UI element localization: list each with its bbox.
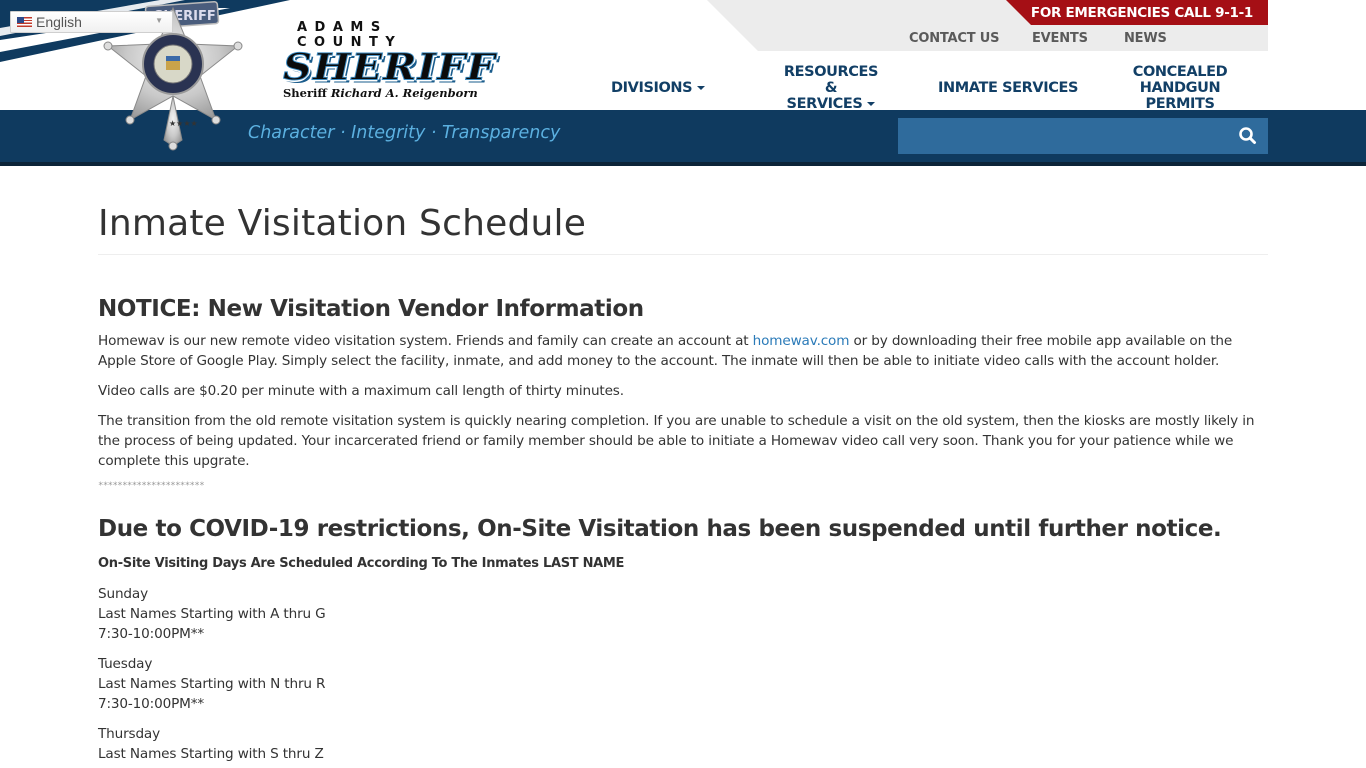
contact-us-link[interactable]: CONTACT US [909,31,999,46]
caret-down-icon [867,102,876,106]
news-link[interactable]: NEWS [1124,31,1167,46]
search-icon[interactable] [1238,126,1258,146]
separator-stars: ********************** [98,481,205,491]
notice-heading: NOTICE: New Visitation Vendor Informatio… [98,296,644,322]
svg-text:★★★★: ★★★★ [169,119,198,128]
nav-inmate-services[interactable]: INMATE SERVICES [938,80,1078,96]
transition-paragraph: The transition from the old remote visit… [98,413,1255,469]
nav-resources-services[interactable]: RESOURCES & SERVICES [776,64,886,112]
schedule-heading: On-Site Visiting Days Are Scheduled Acco… [98,556,625,571]
title-divider [98,254,1268,255]
nav-divisions[interactable]: DIVISIONS [611,80,706,96]
caret-down-icon [697,86,706,90]
motto-tagline: Character · Integrity · Transparency [248,123,561,143]
logo-sheriff-text: SHERIFF [283,46,496,89]
search-form [898,118,1268,154]
nav-resources-label-line1: RESOURCES & [783,64,879,96]
homewav-link[interactable]: homewav.com [753,333,850,349]
schedule-day: Thursday [98,726,161,742]
pricing-paragraph: Video calls are $0.20 per minute with a … [98,383,624,399]
search-input[interactable] [898,118,1228,154]
nav-divisions-label: DIVISIONS [611,80,693,96]
nav-concealed-label-line1: CONCEALED [1132,64,1228,80]
homewav-paragraph: Homewav is our new remote video visitati… [98,331,1268,371]
language-select[interactable]: English ▼ [10,11,173,33]
language-select-value: English [36,14,82,30]
logo-sheriff-name: Sheriff Richard A. Reigenborn [283,87,493,100]
chevron-down-icon: ▼ [155,16,163,25]
schedule-time: 7:30-10:00PM** [98,696,205,712]
nav-resources-label-line2: SERVICES [786,96,863,112]
page-title: Inmate Visitation Schedule [98,203,587,244]
main-content: Inmate Visitation Schedule NOTICE: New V… [98,166,1268,764]
schedule-names: Last Names Starting with N thru R [98,676,326,692]
nav-concealed-label-line2: HANDGUN PERMITS [1139,80,1221,112]
us-flag-icon [17,17,32,27]
schedule-names: Last Names Starting with A thru G [98,606,326,622]
schedule-day: Sunday [98,586,148,602]
schedule-time: 7:30-10:00PM** [98,626,205,642]
schedule-day: Tuesday [98,656,153,672]
covid-heading: Due to COVID-19 restrictions, On-Site Vi… [98,516,1222,542]
events-link[interactable]: EVENTS [1032,31,1088,46]
schedule-entry-tuesday: Tuesday Last Names Starting with N thru … [98,654,1268,714]
schedule-entry-thursday: Thursday Last Names Starting with S thru… [98,724,1268,764]
emergency-banner: FOR EMERGENCIES CALL 9-1-1 [1006,0,1268,25]
site-header: English ▼ SHERIFF ★★★★ ADAMS COUNTY SHER… [0,0,1366,166]
homewav-paragraph-text: Homewav is our new remote video visitati… [98,333,753,349]
nav-inmate-services-label: INMATE SERVICES [938,80,1079,96]
schedule-names: Last Names Starting with S thru Z [98,746,324,762]
schedule-entry-sunday: Sunday Last Names Starting with A thru G… [98,584,1268,644]
nav-concealed-handgun-permits[interactable]: CONCEALED HANDGUN PERMITS [1104,64,1256,112]
sheriff-wordmark-logo[interactable]: ADAMS COUNTY SHERIFF Sheriff Richard A. … [283,20,496,100]
